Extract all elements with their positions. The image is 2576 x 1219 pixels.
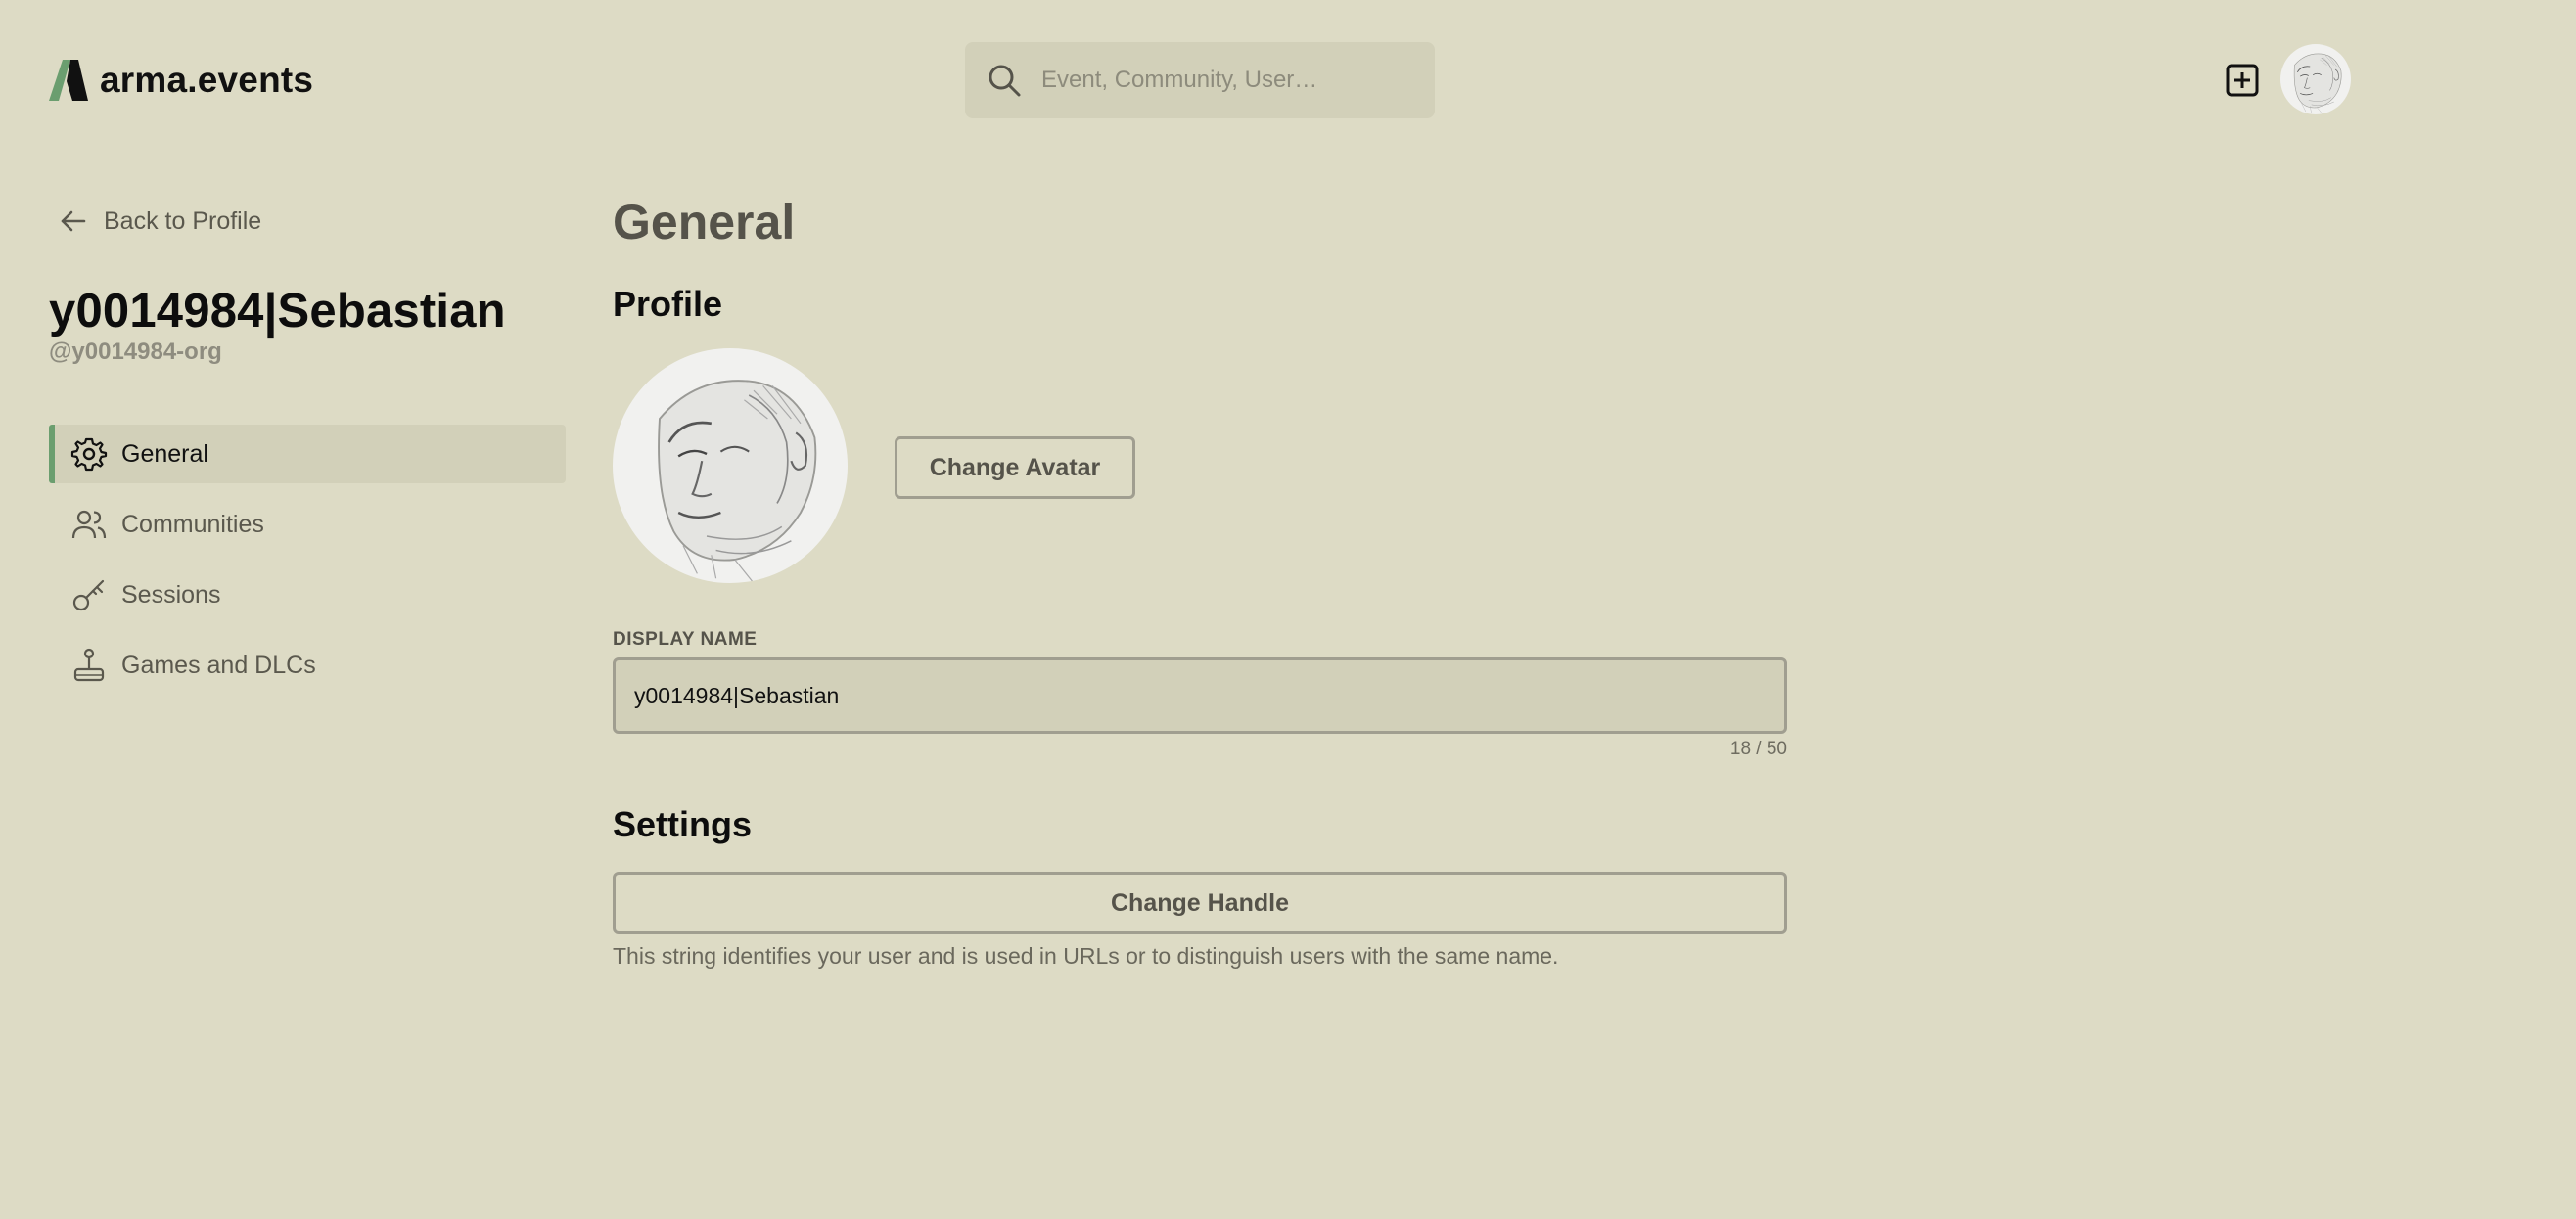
settings-nav: General Communities Sessions Games and D… (49, 425, 566, 706)
display-name-char-count: 18 / 50 (1729, 739, 1787, 759)
sidebar-item-games-and-dlcs[interactable]: Games and DLCs (49, 636, 566, 695)
joystick-icon (73, 648, 105, 682)
back-to-profile-link[interactable]: Back to Profile (59, 203, 261, 239)
profile-avatar (613, 348, 848, 583)
arma-logo-icon (49, 60, 88, 101)
users-icon (71, 510, 107, 539)
user-handle: @y0014984-org (49, 339, 222, 365)
avatar-image (2280, 44, 2351, 114)
search-input[interactable] (1041, 61, 1413, 100)
display-name-input[interactable] (613, 657, 1787, 734)
sidebar-item-communities[interactable]: Communities (49, 495, 566, 554)
handle-hint-text: This string identifies your user and is … (613, 943, 1559, 969)
gear-icon (70, 437, 108, 472)
sidebar-item-label: Communities (121, 510, 264, 538)
change-handle-button[interactable]: Change Handle (613, 872, 1787, 934)
settings-section-title: Settings (613, 804, 753, 844)
user-avatar[interactable] (2280, 44, 2351, 114)
sidebar-item-label: General (121, 439, 208, 468)
change-avatar-button[interactable]: Change Avatar (895, 436, 1135, 499)
search-bar[interactable] (965, 42, 1435, 118)
plus-square-icon[interactable] (2226, 64, 2259, 97)
back-to-profile-label: Back to Profile (104, 206, 262, 235)
avatar-image (613, 348, 848, 583)
sidebar-item-general[interactable]: General (49, 425, 566, 483)
brand-logo[interactable]: arma.events (49, 59, 313, 102)
key-icon (72, 579, 105, 611)
sidebar-item-label: Games and DLCs (121, 651, 316, 679)
sidebar-item-label: Sessions (121, 580, 221, 609)
sidebar-item-sessions[interactable]: Sessions (49, 565, 566, 624)
arrow-left-icon (61, 210, 86, 232)
display-name-label: DISPLAY NAME (613, 629, 758, 650)
top-header: arma.events (0, 0, 2576, 158)
page-title: General (613, 195, 796, 249)
user-display-name: y0014984|Sebastian (49, 285, 506, 338)
profile-section-title: Profile (613, 284, 723, 324)
search-icon (989, 65, 1021, 97)
brand-name: arma.events (100, 60, 314, 100)
